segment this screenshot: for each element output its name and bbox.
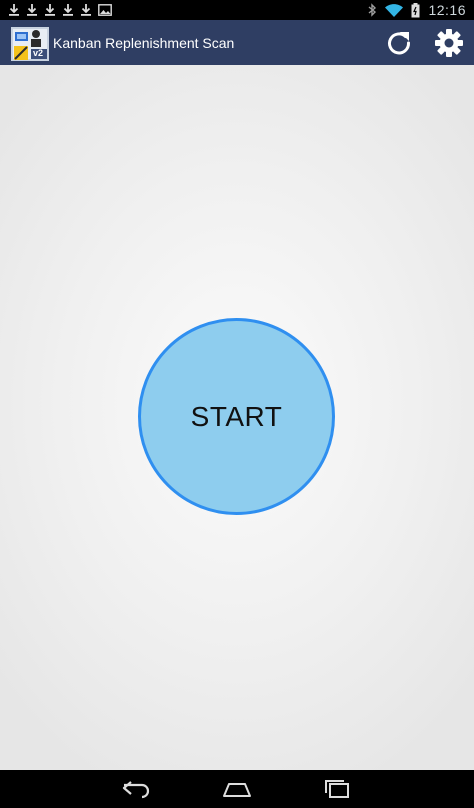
start-label: START bbox=[190, 400, 283, 432]
refresh-button[interactable] bbox=[374, 20, 424, 65]
image-icon bbox=[98, 4, 112, 16]
bluetooth-icon bbox=[369, 3, 377, 17]
download-icon bbox=[63, 4, 73, 16]
clock: 12:16 bbox=[428, 2, 466, 18]
recent-apps-icon bbox=[325, 780, 349, 798]
system-icons: 12:16 bbox=[368, 0, 474, 20]
navigation-bar bbox=[0, 770, 474, 808]
action-bar: v2 Kanban Replenishment Scan bbox=[0, 20, 474, 65]
download-icon bbox=[27, 4, 37, 16]
wifi-icon bbox=[385, 3, 404, 17]
download-icon bbox=[81, 4, 91, 16]
app-title: Kanban Replenishment Scan bbox=[53, 34, 235, 51]
notification-icons bbox=[0, 0, 112, 20]
action-icons bbox=[374, 20, 474, 65]
download-icon bbox=[9, 4, 19, 16]
app-logo[interactable]: v2 bbox=[11, 24, 49, 62]
screen: 12:16 v2 Kanban Replenishment Scan START bbox=[0, 0, 474, 808]
start-button[interactable]: START bbox=[138, 318, 335, 515]
status-bar: 12:16 bbox=[0, 0, 474, 20]
back-icon bbox=[122, 781, 150, 799]
logo-badge: v2 bbox=[33, 47, 44, 58]
refresh-icon bbox=[388, 31, 411, 54]
battery-icon bbox=[411, 2, 420, 17]
home-button[interactable] bbox=[187, 770, 287, 808]
settings-button[interactable] bbox=[424, 20, 474, 65]
recent-apps-button[interactable] bbox=[287, 770, 387, 808]
gear-icon bbox=[435, 28, 463, 57]
download-icon bbox=[45, 4, 55, 16]
main-content: START bbox=[0, 65, 474, 770]
home-icon bbox=[223, 783, 251, 797]
back-button[interactable] bbox=[87, 770, 187, 808]
